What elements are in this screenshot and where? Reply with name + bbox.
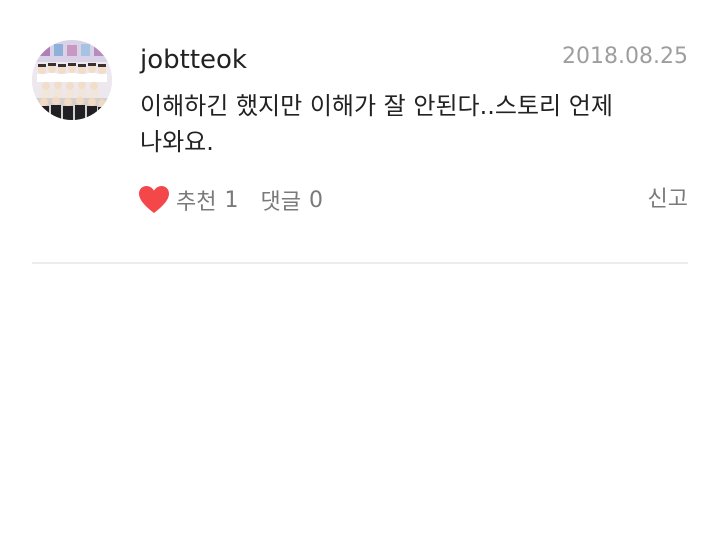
comment-actions: 추천 1 댓글 0 (138, 182, 323, 218)
reply-button[interactable]: 댓글 0 (260, 184, 322, 216)
group-photo-avatar (32, 40, 112, 120)
reply-count: 0 (308, 187, 323, 213)
like-count: 1 (224, 187, 239, 213)
divider (32, 262, 688, 264)
comment-date: 2018.08.25 (562, 44, 688, 69)
username[interactable]: jobtteok (140, 42, 247, 78)
report-button[interactable]: 신고 (648, 182, 688, 218)
avatar[interactable] (32, 40, 112, 120)
like-label: 추천 (176, 190, 217, 215)
reply-label: 댓글 (260, 190, 301, 215)
comment-item: jobtteok 2018.08.25 이해하긴 했지만 이해가 잘 안된다..… (0, 0, 720, 264)
comment-text: 이해하긴 했지만 이해가 잘 안된다..스토리 언제 나와요. (140, 92, 613, 156)
heart-icon (139, 186, 169, 213)
like-button[interactable]: 추천 1 (138, 184, 238, 216)
